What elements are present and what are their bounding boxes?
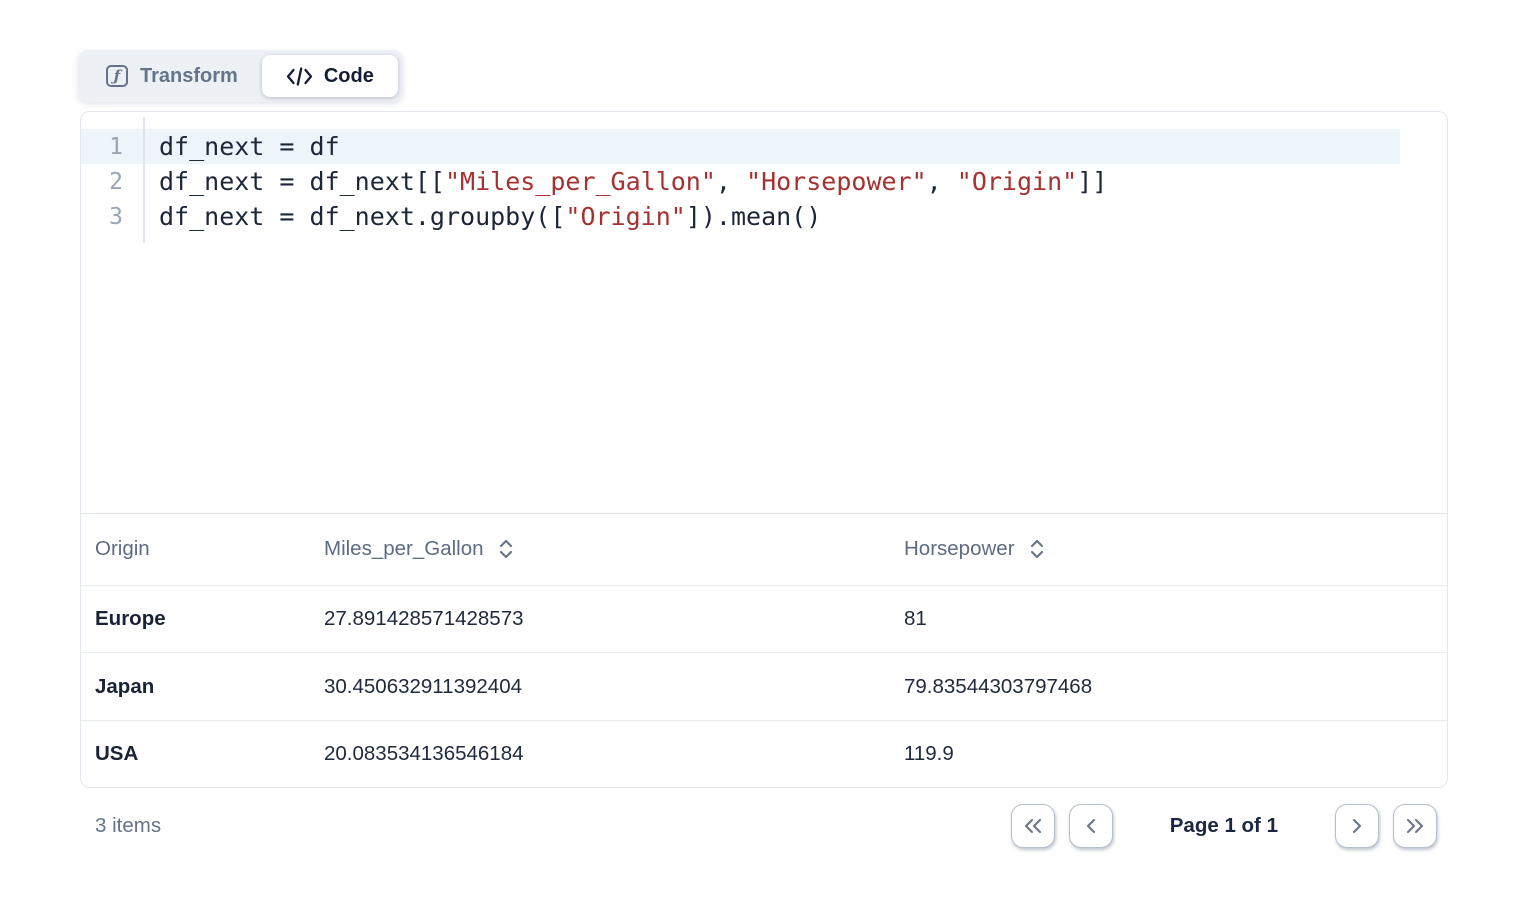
code-token: df_next = df (159, 132, 340, 161)
code-token: , (927, 167, 957, 196)
chevron-right-icon (1351, 818, 1363, 834)
cell-origin: Japan (95, 675, 324, 699)
cell-miles-per-gallon: 30.450632911392404 (324, 675, 904, 699)
column-header-label: Horsepower (904, 537, 1015, 561)
cell-horsepower: 81 (904, 607, 1447, 631)
cell-origin: Europe (95, 607, 324, 631)
double-chevron-right-icon (1405, 818, 1425, 834)
tab-transform-label: Transform (140, 65, 238, 88)
sort-chevrons-icon[interactable] (498, 538, 514, 560)
string-token: "Origin" (957, 167, 1077, 196)
app-root: ƒ Transform Code 1 df_next = df (0, 0, 1516, 918)
code-token: df_next = df_next.groupby([ (159, 202, 565, 231)
line-number: 2 (81, 169, 144, 195)
code-text: df_next = df_next.groupby(["Origin"]).me… (144, 202, 821, 231)
line-number: 1 (81, 134, 144, 160)
code-token: ]).mean() (686, 202, 821, 231)
column-header-horsepower[interactable]: Horsepower (904, 537, 1447, 561)
column-header-miles-per-gallon[interactable]: Miles_per_Gallon (324, 537, 904, 561)
column-header-label: Miles_per_Gallon (324, 537, 484, 561)
code-token: , (716, 167, 746, 196)
code-line-3[interactable]: 3 df_next = df_next.groupby(["Origin"]).… (81, 199, 1447, 234)
string-token: "Horsepower" (746, 167, 927, 196)
code-text: df_next = df (144, 132, 340, 161)
view-tabbar: ƒ Transform Code (78, 50, 403, 102)
code-lines: 1 df_next = df 2 df_next = df_next[["Mil… (81, 112, 1447, 234)
string-token: "Miles_per_Gallon" (445, 167, 716, 196)
column-header-origin: Origin (95, 537, 324, 561)
code-brackets-icon (286, 67, 313, 86)
code-editor[interactable]: 1 df_next = df 2 df_next = df_next[["Mil… (81, 112, 1447, 513)
previous-page-button[interactable] (1069, 804, 1113, 848)
double-chevron-left-icon (1023, 818, 1043, 834)
pagination: Page 1 of 1 (1011, 804, 1437, 848)
function-icon: ƒ (106, 65, 128, 87)
code-text: df_next = df_next[["Miles_per_Gallon", "… (144, 167, 1107, 196)
next-page-button[interactable] (1335, 804, 1379, 848)
sort-chevrons-icon[interactable] (1029, 538, 1045, 560)
page-indicator: Page 1 of 1 (1170, 814, 1278, 838)
cell-miles-per-gallon: 27.891428571428573 (324, 607, 904, 631)
chevron-left-icon (1085, 818, 1097, 834)
cell-miles-per-gallon: 20.083534136546184 (324, 742, 904, 766)
table-header-row: Origin Miles_per_Gallon Horsepower (81, 513, 1447, 585)
table-footer: 3 items Page 1 of 1 (80, 795, 1448, 857)
last-page-button[interactable] (1393, 804, 1437, 848)
table-row: USA 20.083534136546184 119.9 (81, 720, 1447, 788)
cell-horsepower: 119.9 (904, 742, 1447, 766)
tab-code[interactable]: Code (262, 55, 398, 97)
code-token: ]] (1077, 167, 1107, 196)
code-line-2[interactable]: 2 df_next = df_next[["Miles_per_Gallon",… (81, 164, 1447, 199)
string-token: "Origin" (565, 202, 685, 231)
line-number: 3 (81, 204, 144, 230)
cell-horsepower: 79.83544303797468 (904, 675, 1447, 699)
table-row: Japan 30.450632911392404 79.835443037974… (81, 652, 1447, 720)
tab-transform[interactable]: ƒ Transform (78, 65, 262, 88)
tab-code-label: Code (324, 65, 374, 88)
cell-origin: USA (95, 742, 324, 766)
table-row: Europe 27.891428571428573 81 (81, 585, 1447, 653)
code-token: df_next = df_next[[ (159, 167, 445, 196)
first-page-button[interactable] (1011, 804, 1055, 848)
code-line-1[interactable]: 1 df_next = df (81, 129, 1447, 164)
items-count: 3 items (95, 814, 161, 838)
code-and-result-panel: 1 df_next = df 2 df_next = df_next[["Mil… (80, 111, 1448, 788)
